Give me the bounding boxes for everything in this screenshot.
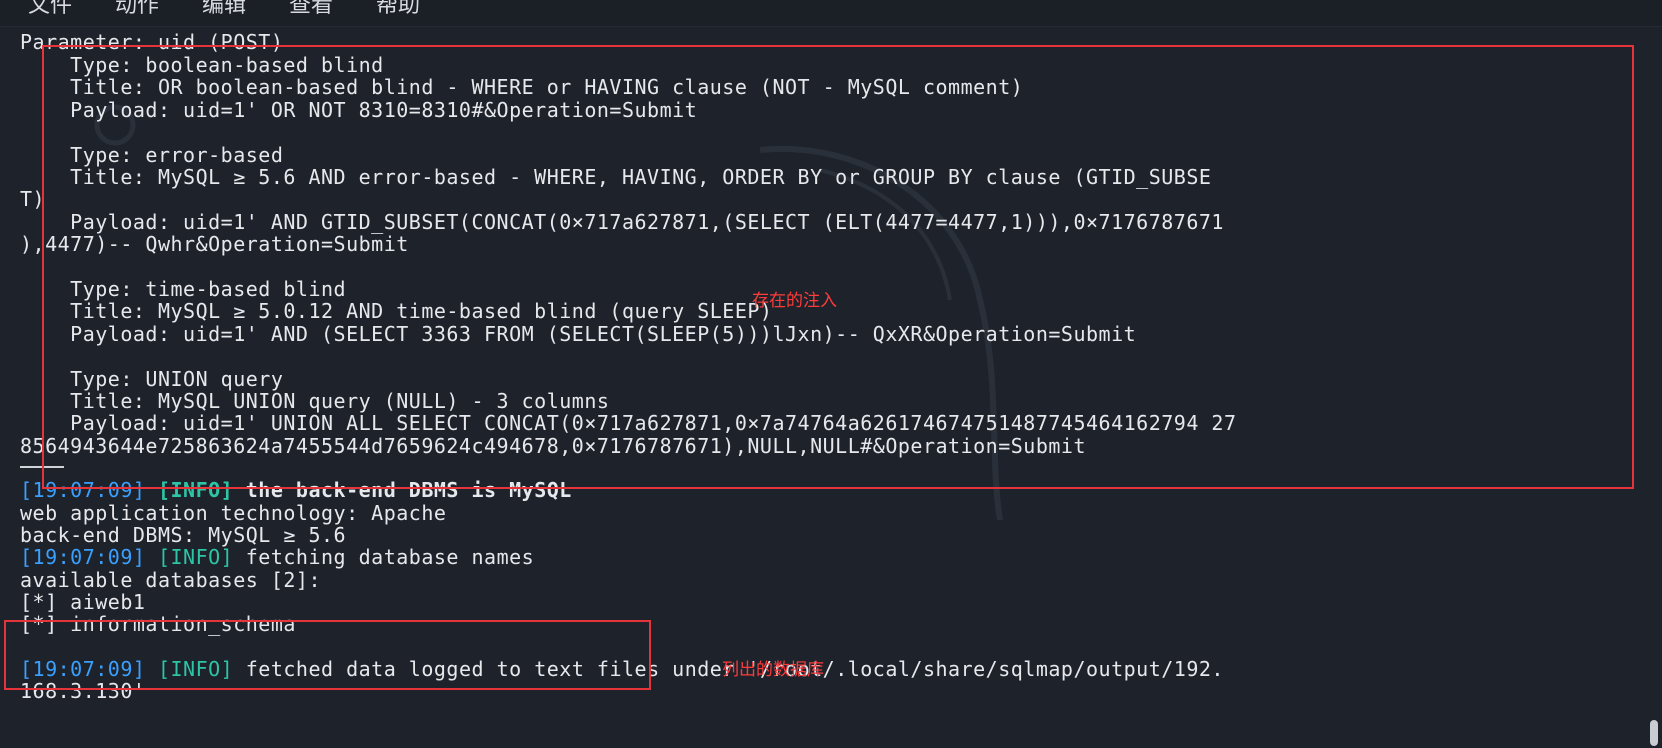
menu-view[interactable]: 查看 xyxy=(289,0,333,21)
menu-file[interactable]: 文件 xyxy=(28,0,72,21)
timestamp: [19:07:09] xyxy=(20,545,146,569)
tech-line: web application technology: Apache xyxy=(20,501,447,525)
info-tag: [INFO] xyxy=(157,545,234,569)
log-line-fetching: [19:07:09] [INFO] fetching database name… xyxy=(20,545,534,569)
dbms-line: back-end DBMS: MySQL ≥ 5.6 xyxy=(20,523,347,547)
database-item: [*] aiweb1 xyxy=(20,590,146,614)
log-message: fetching database names xyxy=(233,545,535,569)
databases-annotation: 列出的数据库 xyxy=(722,660,824,680)
injection-annotation: 存在的注入 xyxy=(752,291,837,311)
scrollbar-thumb[interactable] xyxy=(1650,720,1658,746)
menu-actions[interactable]: 动作 xyxy=(115,0,159,21)
available-databases-line: available databases [2]: xyxy=(20,568,321,592)
menu-bar: 文件 动作 编辑 查看 帮助 xyxy=(0,0,1662,27)
menu-edit[interactable]: 编辑 xyxy=(202,0,246,21)
injection-highlight-box xyxy=(42,45,1634,489)
databases-highlight-box xyxy=(4,620,651,690)
menu-help[interactable]: 帮助 xyxy=(376,0,420,21)
